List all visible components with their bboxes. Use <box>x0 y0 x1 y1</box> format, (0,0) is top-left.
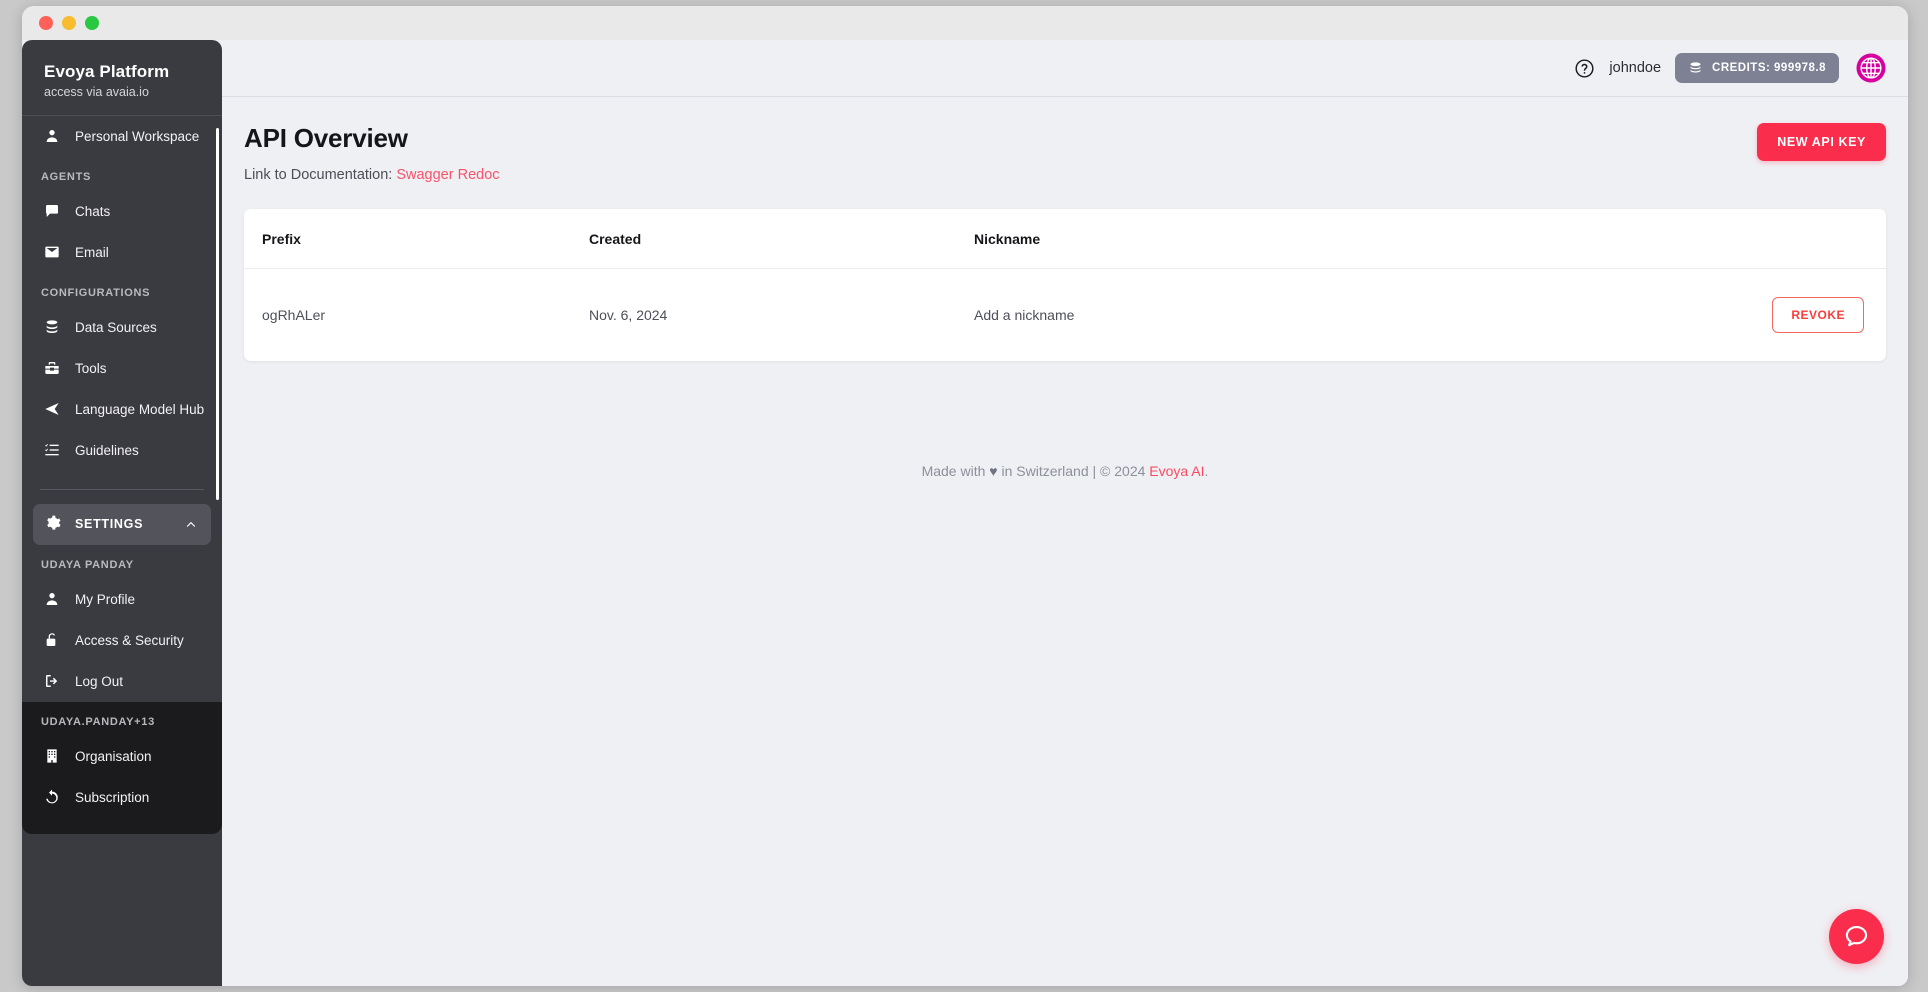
app-window: Evoya Platform access via avaia.io Perso… <box>22 6 1908 986</box>
brand-subtitle: access via avaia.io <box>44 84 149 99</box>
swagger-link[interactable]: Swagger <box>396 167 453 183</box>
gear-icon <box>45 515 61 534</box>
app-viewport: Evoya Platform access via avaia.io Perso… <box>22 40 1908 986</box>
building-icon <box>43 748 60 765</box>
database-icon <box>43 319 60 336</box>
sidebar-item-guidelines[interactable]: Guidelines <box>22 430 222 471</box>
column-header-nickname: Nickname <box>974 209 1534 269</box>
cell-actions: REVOKE <box>1534 269 1886 362</box>
heart-icon: ♥ <box>989 463 998 479</box>
avatar[interactable] <box>1856 53 1886 83</box>
api-keys-card: Prefix Created Nickname ogRhALer Nov. 6,… <box>244 209 1886 361</box>
sidebar-item-label: Personal Workspace <box>75 128 200 144</box>
sidebar-item-organisation[interactable]: Organisation <box>22 736 222 777</box>
cell-created: Nov. 6, 2024 <box>589 307 668 323</box>
sidebar-item-chats[interactable]: Chats <box>22 191 222 232</box>
main-content: API Overview Link to Documentation: Swag… <box>222 97 1908 986</box>
redoc-link[interactable]: Redoc <box>458 167 500 183</box>
sidebar-scroll-region: Personal Workspace AGENTS Chats Email CO… <box>22 116 222 976</box>
sidebar-item-label: Log Out <box>75 673 124 689</box>
column-header-created: Created <box>589 209 974 269</box>
sidebar-section-configurations-label: CONFIGURATIONS <box>41 286 151 299</box>
api-keys-table: Prefix Created Nickname ogRhALer Nov. 6,… <box>244 209 1886 361</box>
sidebar-section-agents-label: AGENTS <box>41 170 92 183</box>
sidebar-item-label: My Profile <box>75 591 136 607</box>
sidebar-item-access-security[interactable]: Access & Security <box>22 620 222 661</box>
sidebar-item-log-out[interactable]: Log Out <box>22 661 222 702</box>
username-label[interactable]: johndoe <box>1609 60 1661 76</box>
coins-icon <box>1688 61 1703 76</box>
sidebar-item-email[interactable]: Email <box>22 232 222 273</box>
window-close-button[interactable] <box>39 16 53 30</box>
sidebar-item-personal-workspace[interactable]: Personal Workspace <box>22 116 222 157</box>
footer-middle: in Switzerland | © 2024 <box>1001 463 1146 479</box>
sidebar-item-label: Email <box>75 244 109 260</box>
chat-bubble-icon <box>1845 925 1868 947</box>
sidebar-brand[interactable]: Evoya Platform access via avaia.io <box>22 40 222 116</box>
settings-label: SETTINGS <box>75 517 144 532</box>
sidebar-item-subscription[interactable]: Subscription <box>22 777 222 818</box>
table-body: ogRhALer Nov. 6, 2024 Add a nickname REV… <box>244 269 1886 362</box>
sidebar-item-my-profile[interactable]: My Profile <box>22 579 222 620</box>
sidebar-item-label: Tools <box>75 360 107 376</box>
credits-label: CREDITS: 999978.8 <box>1712 62 1826 74</box>
footer: Made with ♥ in Switzerland | © 2024 Evoy… <box>244 463 1886 479</box>
sidebar-item-settings[interactable]: SETTINGS <box>33 503 211 545</box>
sidebar-item-label: Access & Security <box>75 632 184 648</box>
brand-title: Evoya Platform <box>44 62 170 81</box>
page-header: API Overview Link to Documentation: Swag… <box>244 123 1886 183</box>
sidebar-section-org-label: UDAYA.PANDAY+13 <box>41 715 155 728</box>
question-circle-icon[interactable] <box>1574 58 1595 79</box>
new-api-key-button[interactable]: NEW API KEY <box>1757 123 1886 161</box>
sidebar-item-label: Chats <box>75 203 111 219</box>
sidebar-item-label: Guidelines <box>75 442 139 458</box>
footer-prefix: Made with <box>921 463 986 479</box>
documentation-line: Link to Documentation: Swagger Redoc <box>244 167 500 183</box>
sidebar-item-data-sources[interactable]: Data Sources <box>22 307 222 348</box>
chat-bubble-icon <box>43 203 60 220</box>
sidebar-item-tools[interactable]: Tools <box>22 348 222 389</box>
credits-badge[interactable]: CREDITS: 999978.8 <box>1675 53 1839 83</box>
sidebar-scrollbar[interactable] <box>216 127 219 500</box>
envelope-icon <box>43 244 60 261</box>
chevron-up-icon <box>184 517 198 531</box>
sidebar: Evoya Platform access via avaia.io Perso… <box>22 40 222 986</box>
table-head: Prefix Created Nickname <box>244 209 1886 269</box>
sidebar-item-label: Data Sources <box>75 319 157 335</box>
sidebar-item-label: Subscription <box>75 789 150 805</box>
chat-widget-button[interactable] <box>1829 909 1884 964</box>
window-titlebar <box>22 6 1908 40</box>
lock-open-icon <box>43 632 60 649</box>
send-icon <box>43 401 60 418</box>
column-header-prefix: Prefix <box>244 209 589 269</box>
evoya-ai-link[interactable]: Evoya AI <box>1149 463 1204 479</box>
footer-suffix: . <box>1204 463 1209 479</box>
table-header-row: Prefix Created Nickname <box>244 209 1886 269</box>
topbar: johndoe CREDITS: 999978.8 <box>222 40 1908 97</box>
person-icon <box>43 591 60 608</box>
sidebar-item-label: Language Model Hub <box>75 401 205 417</box>
table-row: ogRhALer Nov. 6, 2024 Add a nickname REV… <box>244 269 1886 362</box>
sidebar-org-zone: UDAYA.PANDAY+13 Organisation Subscriptio… <box>22 701 222 834</box>
sidebar-item-label: Organisation <box>75 748 152 764</box>
revoke-button[interactable]: REVOKE <box>1772 297 1864 333</box>
page-title: API Overview <box>244 123 408 153</box>
page-header-text: API Overview Link to Documentation: Swag… <box>244 123 500 183</box>
logout-icon <box>43 673 60 690</box>
sidebar-divider <box>40 488 204 490</box>
column-header-actions <box>1534 209 1886 269</box>
toolbox-icon <box>43 360 60 377</box>
documentation-prefix: Link to Documentation: <box>244 167 393 183</box>
refresh-icon <box>43 789 60 806</box>
cell-prefix: ogRhALer <box>262 307 326 323</box>
sidebar-item-language-model-hub[interactable]: Language Model Hub <box>22 389 222 430</box>
person-icon <box>43 128 60 145</box>
sidebar-section-user-label: UDAYA PANDAY <box>41 558 134 571</box>
nickname-input[interactable]: Add a nickname <box>974 269 1534 362</box>
checklist-icon <box>43 442 60 459</box>
window-zoom-button[interactable] <box>85 16 99 30</box>
window-minimize-button[interactable] <box>62 16 76 30</box>
